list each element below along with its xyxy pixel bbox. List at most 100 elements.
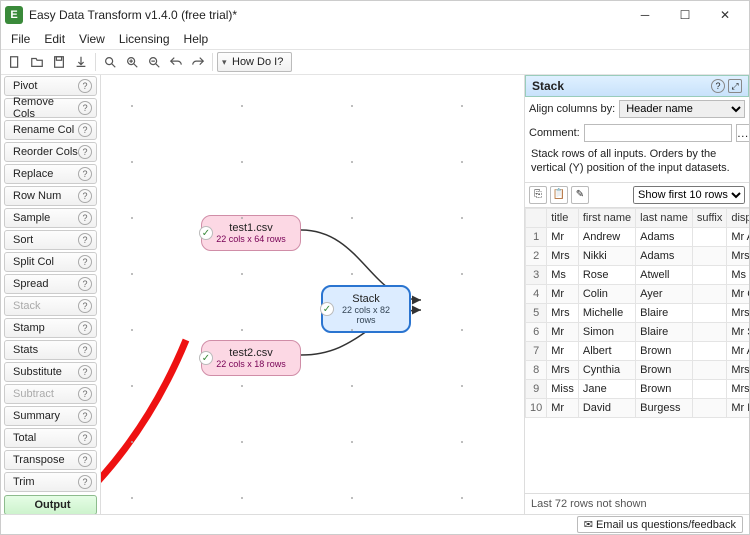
column-header[interactable] xyxy=(526,208,547,227)
help-icon[interactable]: ? xyxy=(78,189,92,203)
transform-remove-cols[interactable]: Remove Cols? xyxy=(4,98,97,118)
transform-sample[interactable]: Sample? xyxy=(4,208,97,228)
transform-subtract[interactable]: Subtract? xyxy=(4,384,97,404)
table-row[interactable]: 7MrAlbertBrownMr Albert B xyxy=(526,341,750,360)
cell xyxy=(692,341,726,360)
transform-reorder-cols[interactable]: Reorder Cols? xyxy=(4,142,97,162)
canvas[interactable]: ✓ test1.csv 22 cols x 64 rows ✓ test2.cs… xyxy=(101,75,524,514)
table-row[interactable]: 8MrsCynthiaBrownMrs Cynthia xyxy=(526,360,750,379)
help-icon[interactable]: ? xyxy=(78,343,92,357)
show-rows-select[interactable]: Show first 10 rows xyxy=(633,186,745,204)
transform-label: Stamp xyxy=(13,322,45,334)
transform-trim[interactable]: Trim? xyxy=(4,472,97,492)
close-button[interactable]: ✕ xyxy=(705,1,745,29)
help-icon[interactable]: ? xyxy=(78,475,92,489)
save-icon[interactable] xyxy=(49,52,69,72)
help-icon[interactable]: ? xyxy=(78,123,92,137)
transform-split-col[interactable]: Split Col? xyxy=(4,252,97,272)
help-icon[interactable]: ? xyxy=(78,431,92,445)
transform-rename-col[interactable]: Rename Col? xyxy=(4,120,97,140)
help-icon[interactable]: ? xyxy=(78,79,92,93)
comment-input[interactable] xyxy=(584,124,732,142)
table-row[interactable]: 6MrSimonBlaireMr Simon B xyxy=(526,322,750,341)
menu-view[interactable]: View xyxy=(73,30,111,48)
transform-sort[interactable]: Sort? xyxy=(4,230,97,250)
help-icon[interactable]: ? xyxy=(78,387,92,401)
transform-substitute[interactable]: Substitute? xyxy=(4,362,97,382)
copy-icon[interactable]: ⎘ xyxy=(529,186,547,204)
transform-row-num[interactable]: Row Num? xyxy=(4,186,97,206)
cell: Adams xyxy=(636,246,693,265)
cell: 6 xyxy=(526,322,547,341)
edit-icon[interactable]: ✎ xyxy=(571,186,589,204)
node-test1[interactable]: ✓ test1.csv 22 cols x 64 rows xyxy=(201,215,301,251)
comment-more-icon[interactable]: … xyxy=(736,124,749,142)
column-header[interactable]: last name xyxy=(636,208,693,227)
transform-replace[interactable]: Replace? xyxy=(4,164,97,184)
zoom-out-icon[interactable] xyxy=(144,52,164,72)
transform-label: Summary xyxy=(13,410,60,422)
help-icon[interactable]: ? xyxy=(78,365,92,379)
new-icon[interactable] xyxy=(5,52,25,72)
feedback-button[interactable]: ✉ Email us questions/feedback xyxy=(577,516,743,533)
transform-label: Remove Cols xyxy=(13,96,78,120)
column-header[interactable]: display nam xyxy=(727,208,749,227)
transform-stack[interactable]: Stack? xyxy=(4,296,97,316)
minimize-button[interactable]: ─ xyxy=(625,1,665,29)
help-icon[interactable]: ? xyxy=(78,167,92,181)
title-bar: E Easy Data Transform v1.4.0 (free trial… xyxy=(1,1,749,29)
help-icon[interactable]: ? xyxy=(78,211,92,225)
menu-file[interactable]: File xyxy=(5,30,36,48)
panel-expand-icon[interactable]: ⤢ xyxy=(728,79,742,93)
help-icon[interactable]: ? xyxy=(78,409,92,423)
help-icon[interactable]: ? xyxy=(78,277,92,291)
transform-stats[interactable]: Stats? xyxy=(4,340,97,360)
help-icon[interactable]: ? xyxy=(78,233,92,247)
data-grid[interactable]: titlefirst namelast namesuffixdisplay na… xyxy=(525,208,749,493)
node-stack[interactable]: ✓ Stack 22 cols x 82 rows xyxy=(321,285,411,333)
transform-transpose[interactable]: Transpose? xyxy=(4,450,97,470)
menu-licensing[interactable]: Licensing xyxy=(113,30,176,48)
table-row[interactable]: 3MsRoseAtwellMs Rose At xyxy=(526,265,750,284)
help-icon[interactable]: ? xyxy=(78,255,92,269)
how-do-i-dropdown[interactable]: How Do I? xyxy=(217,52,292,72)
help-icon[interactable]: ? xyxy=(78,145,92,159)
column-header[interactable]: suffix xyxy=(692,208,726,227)
help-icon[interactable]: ? xyxy=(78,299,92,313)
transform-summary[interactable]: Summary? xyxy=(4,406,97,426)
panel-help-icon[interactable]: ? xyxy=(711,79,725,93)
menu-help[interactable]: Help xyxy=(178,30,215,48)
table-row[interactable]: 4MrColinAyerMr Colin Ay xyxy=(526,284,750,303)
redo-icon[interactable] xyxy=(188,52,208,72)
cell: Mrs Cynthia xyxy=(727,360,749,379)
status-bar: ✉ Email us questions/feedback xyxy=(1,514,749,534)
node-test2[interactable]: ✓ test2.csv 22 cols x 18 rows xyxy=(201,340,301,376)
cell: 9 xyxy=(526,379,547,398)
open-icon[interactable] xyxy=(27,52,47,72)
menu-edit[interactable]: Edit xyxy=(38,30,71,48)
table-row[interactable]: 9MissJaneBrownMrs Jane Br xyxy=(526,379,750,398)
maximize-button[interactable]: ☐ xyxy=(665,1,705,29)
table-row[interactable]: 2MrsNikkiAdamsMrs Nikki A xyxy=(526,246,750,265)
column-header[interactable]: title xyxy=(547,208,579,227)
align-select[interactable]: Header name xyxy=(619,100,745,118)
cell: 7 xyxy=(526,341,547,360)
zoom-in-icon[interactable] xyxy=(122,52,142,72)
transform-stamp[interactable]: Stamp? xyxy=(4,318,97,338)
cell: 3 xyxy=(526,265,547,284)
table-row[interactable]: 10MrDavidBurgessMr David B xyxy=(526,398,750,417)
help-icon[interactable]: ? xyxy=(78,101,92,115)
transform-spread[interactable]: Spread? xyxy=(4,274,97,294)
help-icon[interactable]: ? xyxy=(78,453,92,467)
zoom-icon[interactable] xyxy=(100,52,120,72)
undo-icon[interactable] xyxy=(166,52,186,72)
menu-bar: File Edit View Licensing Help xyxy=(1,29,749,49)
table-row[interactable]: 1MrAndrewAdamsMr Andrew xyxy=(526,227,750,246)
import-icon[interactable] xyxy=(71,52,91,72)
help-icon[interactable]: ? xyxy=(78,321,92,335)
column-header[interactable]: first name xyxy=(578,208,635,227)
transform-total[interactable]: Total? xyxy=(4,428,97,448)
table-row[interactable]: 5MrsMichelleBlaireMrs Michell xyxy=(526,303,750,322)
transform-pivot[interactable]: Pivot? xyxy=(4,76,97,96)
paste-icon[interactable]: 📋 xyxy=(550,186,568,204)
